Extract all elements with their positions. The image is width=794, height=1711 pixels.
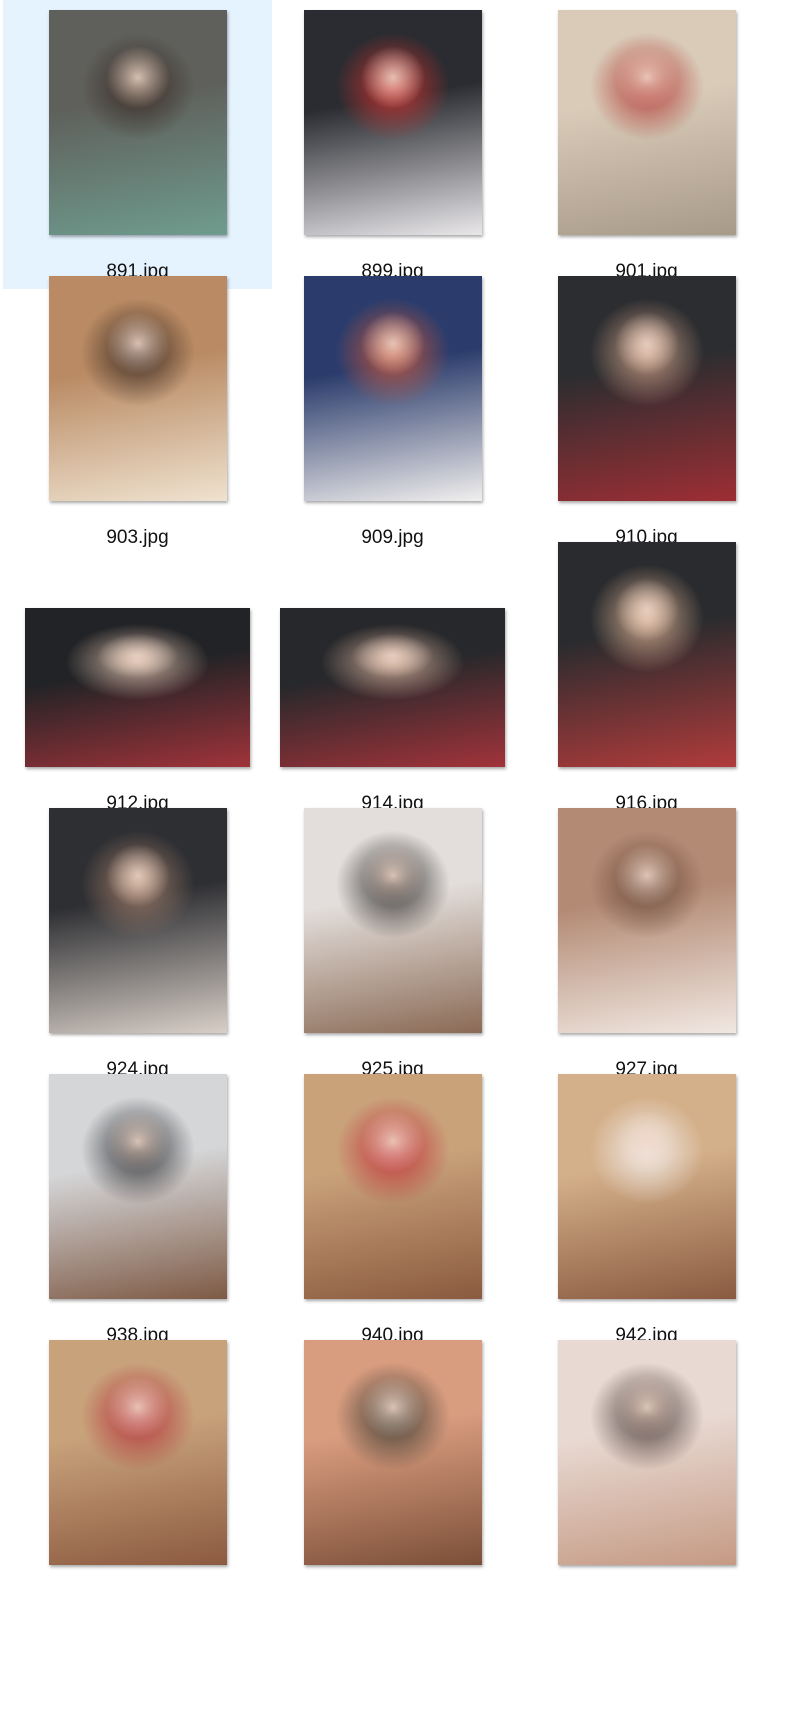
- photo-preview-image: [49, 10, 227, 235]
- file-item[interactable]: [512, 1330, 781, 1619]
- file-thumbnail[interactable]: [304, 10, 482, 235]
- file-item[interactable]: 927.jpg: [512, 798, 781, 1087]
- photo-preview-image: [558, 808, 736, 1033]
- file-item[interactable]: 899.jpg: [258, 0, 527, 289]
- file-item[interactable]: 901.jpg: [512, 0, 781, 289]
- file-thumbnail[interactable]: [49, 1074, 227, 1299]
- photo-preview-image: [280, 608, 505, 767]
- photo-preview-image: [304, 808, 482, 1033]
- file-grid: 891.jpg 899.jpg 901.jpg 903.jpg 909.jpg 910.j…: [0, 0, 794, 1711]
- file-thumbnail[interactable]: [558, 542, 736, 767]
- file-thumbnail[interactable]: [49, 1340, 227, 1565]
- file-item[interactable]: 910.jpg: [512, 266, 781, 555]
- file-thumbnail[interactable]: [49, 808, 227, 1033]
- file-item[interactable]: 924.jpg: [3, 798, 272, 1087]
- file-thumbnail[interactable]: [304, 276, 482, 501]
- file-thumbnail[interactable]: [304, 1074, 482, 1299]
- file-thumbnail[interactable]: [280, 608, 505, 767]
- file-thumbnail[interactable]: [49, 276, 227, 501]
- file-item[interactable]: [258, 1330, 527, 1619]
- file-thumbnail[interactable]: [304, 1340, 482, 1565]
- file-thumbnail[interactable]: [304, 808, 482, 1033]
- file-thumbnail[interactable]: [558, 808, 736, 1033]
- file-item[interactable]: 925.jpg: [258, 798, 527, 1087]
- photo-preview-image: [49, 1340, 227, 1565]
- photo-preview-image: [558, 1340, 736, 1565]
- file-thumbnail[interactable]: [558, 1340, 736, 1565]
- file-item[interactable]: 903.jpg: [3, 266, 272, 555]
- file-item[interactable]: 916.jpg: [512, 532, 781, 821]
- photo-preview-image: [558, 542, 736, 767]
- file-item[interactable]: 912.jpg: [3, 532, 272, 821]
- file-item[interactable]: 914.jpg: [258, 532, 527, 821]
- file-thumbnail[interactable]: [558, 1074, 736, 1299]
- file-item[interactable]: 909.jpg: [258, 266, 527, 555]
- file-item[interactable]: 891.jpg: [3, 0, 272, 289]
- photo-preview-image: [558, 276, 736, 501]
- photo-preview-image: [304, 1074, 482, 1299]
- file-thumbnail[interactable]: [558, 10, 736, 235]
- file-thumbnail[interactable]: [49, 10, 227, 235]
- file-item[interactable]: 938.jpg: [3, 1064, 272, 1353]
- photo-preview-image: [304, 1340, 482, 1565]
- file-item[interactable]: 942.jpg: [512, 1064, 781, 1353]
- photo-preview-image: [49, 808, 227, 1033]
- photo-preview-image: [25, 608, 250, 767]
- file-thumbnail[interactable]: [558, 276, 736, 501]
- photo-preview-image: [49, 276, 227, 501]
- file-item[interactable]: [3, 1330, 272, 1619]
- photo-preview-image: [49, 1074, 227, 1299]
- photo-preview-image: [558, 1074, 736, 1299]
- file-thumbnail[interactable]: [25, 608, 250, 767]
- photo-preview-image: [304, 276, 482, 501]
- photo-preview-image: [304, 10, 482, 235]
- file-item[interactable]: 940.jpg: [258, 1064, 527, 1353]
- photo-preview-image: [558, 10, 736, 235]
